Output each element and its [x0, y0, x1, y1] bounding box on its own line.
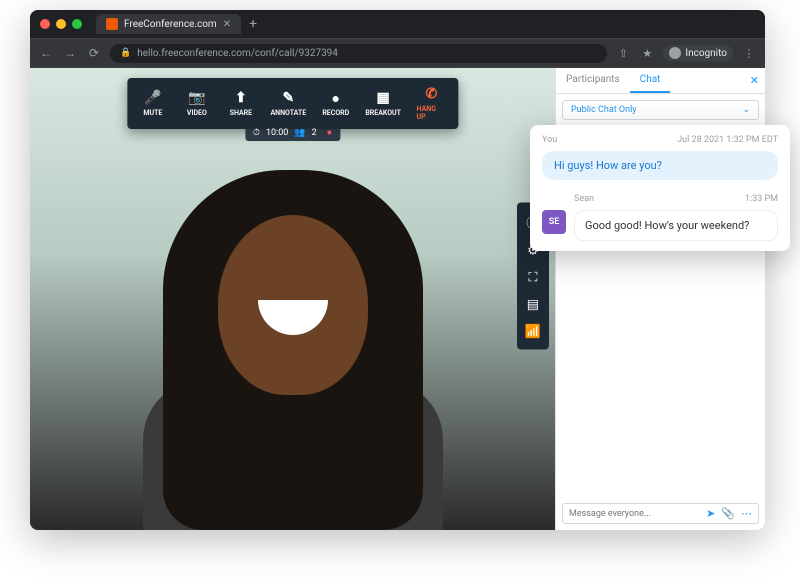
- people-icon: 👥: [294, 128, 305, 138]
- record-icon: ●: [332, 90, 340, 106]
- tab-title: FreeConference.com: [124, 19, 217, 30]
- titlebar: FreeConference.com ✕ +: [30, 10, 765, 38]
- hangup-button[interactable]: ✆ HANG UP: [409, 82, 455, 125]
- lock-icon: 🔒: [120, 48, 131, 58]
- mute-label: MUTE: [143, 109, 162, 117]
- layout-icon[interactable]: ▤: [519, 291, 547, 318]
- send-icon[interactable]: ➤: [706, 507, 715, 520]
- url-text: hello.freeconference.com/conf/call/93273…: [137, 48, 338, 59]
- fullscreen-icon[interactable]: ⛶: [519, 264, 547, 291]
- hangup-label: HANG UP: [417, 105, 447, 121]
- filter-label: Public Chat Only: [571, 105, 637, 115]
- annotate-label: ANNOTATE: [270, 109, 306, 117]
- chat-preview-card: You Jul 28 2021 1:32 PM EDT Hi guys! How…: [530, 125, 790, 251]
- more-icon[interactable]: ⋯: [741, 507, 752, 520]
- call-toolbar: 🎤 MUTE 📷 VIDEO ⬆ SHARE ✎ ANNOTATE ● RECORD ▦ B…: [127, 78, 458, 129]
- minimize-window-icon[interactable]: [56, 19, 66, 29]
- browser-window: FreeConference.com ✕ + ← → ⟳ 🔒 hello.fre…: [30, 10, 765, 530]
- tab-participants[interactable]: Participants: [556, 68, 630, 93]
- address-bar-row: ← → ⟳ 🔒 hello.freeconference.com/conf/ca…: [30, 38, 765, 68]
- panel-tabs: Participants Chat ✕: [556, 68, 765, 94]
- timer-value: 10:00: [266, 128, 288, 138]
- mute-button[interactable]: 🎤 MUTE: [131, 82, 175, 125]
- grid-icon: ▦: [377, 90, 390, 106]
- chat-filter-dropdown[interactable]: Public Chat Only ⌄: [562, 100, 759, 120]
- other-timestamp: 1:33 PM: [745, 194, 778, 204]
- record-live-icon: ●: [327, 127, 332, 138]
- video-button[interactable]: 📷 VIDEO: [175, 82, 219, 125]
- incognito-icon: [669, 47, 681, 59]
- close-tab-icon[interactable]: ✕: [223, 19, 231, 30]
- record-button[interactable]: ● RECORD: [314, 82, 358, 125]
- message-input[interactable]: [569, 509, 700, 519]
- incognito-label: Incognito: [685, 48, 727, 59]
- maximize-window-icon[interactable]: [72, 19, 82, 29]
- reload-button[interactable]: ⟳: [86, 46, 102, 60]
- share-button[interactable]: ⬆ SHARE: [219, 82, 263, 125]
- my-message-bubble: Hi guys! How are you?: [542, 151, 778, 180]
- incognito-badge: Incognito: [663, 45, 733, 61]
- new-tab-button[interactable]: +: [249, 16, 257, 32]
- share-label: SHARE: [230, 109, 252, 117]
- attach-icon[interactable]: 📎: [721, 507, 735, 520]
- participant-count: 2: [312, 128, 317, 138]
- close-panel-icon[interactable]: ✕: [750, 74, 759, 87]
- sender-you-label: You: [542, 135, 557, 145]
- clock-icon: ⏱: [253, 128, 260, 138]
- avatar: SE: [542, 210, 566, 234]
- back-button[interactable]: ←: [38, 46, 54, 60]
- tab-chat[interactable]: Chat: [630, 68, 671, 93]
- kebab-menu-icon[interactable]: ⋮: [741, 47, 757, 60]
- other-sender-name: Sean: [574, 194, 594, 204]
- share-screen-icon: ⬆: [235, 90, 247, 106]
- window-controls[interactable]: [40, 19, 82, 29]
- video-label: VIDEO: [187, 109, 207, 117]
- share-icon[interactable]: ⇧: [615, 47, 631, 60]
- participant-video: [113, 130, 473, 530]
- bookmark-icon[interactable]: ★: [639, 47, 655, 60]
- forward-button[interactable]: →: [62, 46, 78, 60]
- camera-icon: 📷: [188, 90, 205, 106]
- phone-icon: ✆: [425, 86, 437, 102]
- address-bar[interactable]: 🔒 hello.freeconference.com/conf/call/932…: [110, 44, 607, 63]
- wifi-icon[interactable]: 📶: [519, 318, 547, 345]
- message-composer[interactable]: ➤ 📎 ⋯: [562, 503, 759, 524]
- browser-tab[interactable]: FreeConference.com ✕: [96, 14, 241, 34]
- video-pane: 🎤 MUTE 📷 VIDEO ⬆ SHARE ✎ ANNOTATE ● RECORD ▦ B…: [30, 68, 555, 530]
- microphone-icon: 🎤: [144, 90, 161, 106]
- annotate-button[interactable]: ✎ ANNOTATE: [263, 82, 314, 125]
- record-label: RECORD: [322, 109, 349, 117]
- other-message-bubble: Good good! How's your weekend?: [574, 210, 778, 241]
- breakout-label: BREAKOUT: [365, 109, 401, 117]
- breakout-button[interactable]: ▦ BREAKOUT: [358, 82, 409, 125]
- chevron-down-icon: ⌄: [742, 105, 750, 115]
- close-window-icon[interactable]: [40, 19, 50, 29]
- call-info-strip: ⏱ 10:00 👥 2 ●: [245, 124, 340, 141]
- you-timestamp: Jul 28 2021 1:32 PM EDT: [677, 135, 778, 145]
- pencil-icon: ✎: [282, 90, 294, 106]
- favicon-icon: [106, 18, 118, 30]
